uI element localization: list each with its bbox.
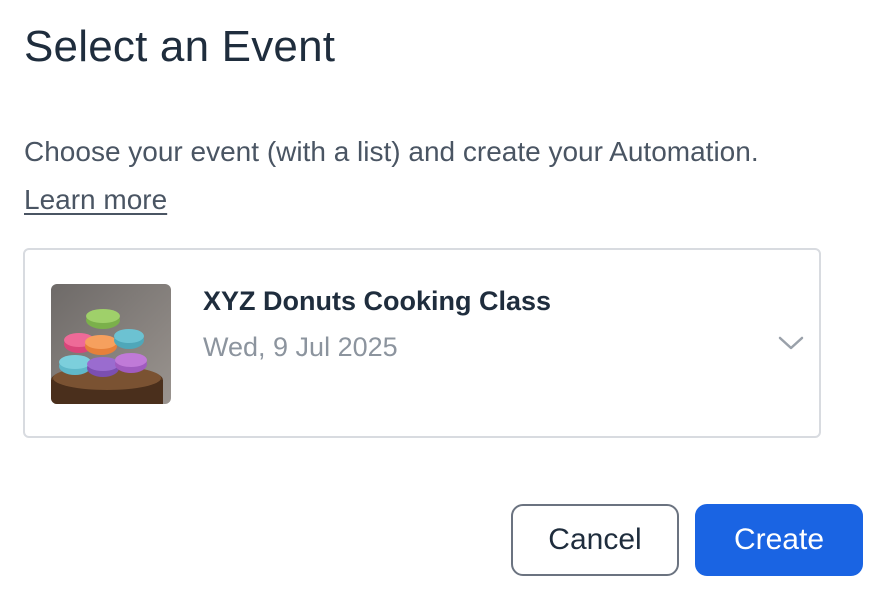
event-name: XYZ Donuts Cooking Class	[203, 286, 552, 316]
select-event-dialog: Select an Event Choose your event (with …	[0, 0, 892, 606]
chevron-down-icon[interactable]	[777, 334, 805, 352]
event-select-dropdown[interactable]: XYZ Donuts Cooking Class Wed, 9 Jul 2025	[23, 248, 821, 438]
dialog-title: Select an Event	[24, 22, 336, 71]
cancel-button[interactable]: Cancel	[511, 504, 679, 576]
create-button[interactable]: Create	[695, 504, 863, 576]
event-date: Wed, 9 Jul 2025	[203, 332, 398, 362]
learn-more-link[interactable]: Learn more	[24, 181, 167, 219]
event-thumbnail-image	[51, 284, 171, 404]
dialog-description: Choose your event (with a list) and crea…	[24, 136, 759, 167]
